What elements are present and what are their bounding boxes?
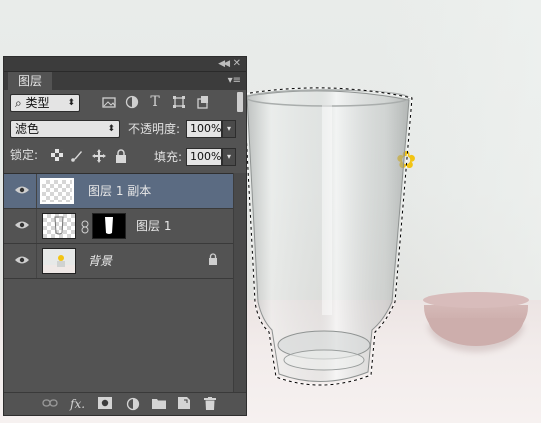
adjustment-layer-icon[interactable] <box>126 397 140 411</box>
panel-menu-icon[interactable]: ▾≡ <box>228 74 241 88</box>
shape-filter-icon[interactable] <box>172 95 186 109</box>
lock-all-icon[interactable] <box>114 149 128 163</box>
lock-label: 锁定: <box>10 148 39 162</box>
opacity-dropdown-button[interactable]: ▾ <box>222 120 236 138</box>
adjustment-filter-icon[interactable] <box>125 95 139 109</box>
layer-name[interactable]: 背景 <box>88 253 112 269</box>
lock-transparent-pixels-icon[interactable] <box>50 149 64 163</box>
layers-panel: ◀◀ ✕ 图层 ▾≡ ⌕ 类型 ⬍ T 滤色 ⬍ 不透明度: 100% ▾ 锁定… <box>3 56 247 416</box>
layer-mask-thumbnail[interactable] <box>92 213 126 239</box>
eye-icon <box>15 256 29 264</box>
smart-object-filter-icon[interactable] <box>196 95 210 109</box>
fx-icon[interactable]: fx. <box>70 397 85 411</box>
filter-kind-select[interactable]: ⌕ 类型 ⬍ <box>10 94 80 112</box>
collapse-icon[interactable]: ◀◀ <box>218 57 230 71</box>
image-filter-icon[interactable] <box>102 95 116 109</box>
visibility-toggle[interactable] <box>4 209 37 243</box>
blend-mode-select[interactable]: 滤色 ⬍ <box>10 120 120 138</box>
lock-row: 锁定: 填充: 100% ▾ <box>4 142 246 172</box>
layers-list: 图层 1 副本 图层 1 背景 <box>4 173 236 396</box>
filter-toggle[interactable] <box>237 92 243 112</box>
layer-name[interactable]: 图层 1 副本 <box>88 183 151 199</box>
glass-highlight <box>322 105 332 315</box>
fill-input[interactable]: 100% <box>186 148 222 166</box>
lock-image-pixels-icon[interactable] <box>70 149 84 163</box>
glass-foot <box>283 349 365 371</box>
lock-position-icon[interactable] <box>92 149 106 163</box>
layers-bottom-toolbar: fx. <box>4 392 246 415</box>
panel-tabbar: 图层 ▾≡ <box>4 72 246 90</box>
layer-row-background[interactable]: 背景 <box>4 244 236 279</box>
chevron-updown-icon: ⬍ <box>67 98 75 108</box>
add-mask-icon[interactable] <box>98 397 112 411</box>
opacity-label: 不透明度: <box>128 122 181 136</box>
tab-layers[interactable]: 图层 <box>8 72 53 90</box>
opacity-input[interactable]: 100% <box>186 120 222 138</box>
close-icon[interactable]: ✕ <box>233 57 241 71</box>
type-filter-icon[interactable]: T <box>148 95 162 109</box>
layers-scrollbar[interactable] <box>233 173 246 395</box>
chevron-updown-icon: ⬍ <box>107 124 115 134</box>
layer-thumbnail[interactable] <box>42 213 76 239</box>
delete-layer-icon[interactable] <box>204 397 216 411</box>
visibility-toggle[interactable] <box>4 174 37 208</box>
visibility-toggle[interactable] <box>4 244 37 278</box>
eye-icon <box>15 186 29 194</box>
panel-titlebar: ◀◀ ✕ <box>4 57 246 72</box>
layer-thumbnail[interactable] <box>42 248 76 274</box>
filter-kind-label: ⌕ 类型 <box>15 96 50 110</box>
blend-row: 滤色 ⬍ 不透明度: 100% ▾ <box>4 116 246 142</box>
layer-row-1[interactable]: 图层 1 <box>4 209 236 244</box>
eye-icon <box>15 221 29 229</box>
mask-link-icon[interactable] <box>81 220 89 237</box>
filter-row: ⌕ 类型 ⬍ T <box>4 90 246 116</box>
layer-thumbnail[interactable] <box>40 178 74 204</box>
blend-mode-value: 滤色 <box>15 122 40 136</box>
fill-dropdown-button[interactable]: ▾ <box>222 148 236 166</box>
new-layer-icon[interactable] <box>178 397 190 411</box>
link-layers-icon[interactable] <box>42 397 58 411</box>
new-group-icon[interactable] <box>152 397 166 411</box>
layer-row-copy[interactable]: 图层 1 副本 <box>4 174 236 209</box>
layer-name[interactable]: 图层 1 <box>136 218 171 234</box>
lock-icon <box>208 253 218 268</box>
fill-label: 填充: <box>154 150 183 164</box>
